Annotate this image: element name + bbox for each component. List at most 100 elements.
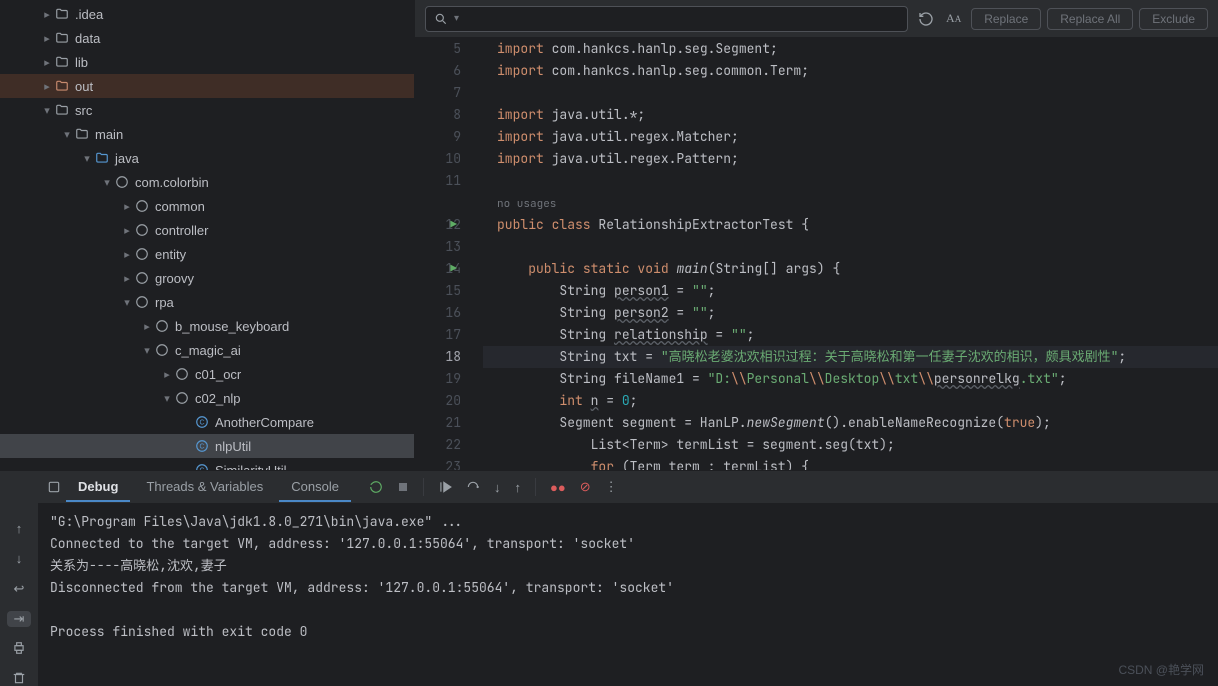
tree-item[interactable]: ▾c_magic_ai — [0, 338, 414, 362]
usages-hint: no usages — [497, 197, 556, 211]
tree-item[interactable]: ▾c02_nlp — [0, 386, 414, 410]
tree-item[interactable]: ▸ entity — [0, 242, 414, 266]
folder-icon — [74, 126, 90, 142]
code-editor[interactable]: 56789101112▶1314▶151617181920212223 impo… — [415, 38, 1218, 470]
tree-item[interactable]: ▸groovy — [0, 266, 414, 290]
tree-item[interactable]: ▸b_mouse_keyboard — [0, 314, 414, 338]
tree-item[interactable]: ▾ rpa — [0, 290, 414, 314]
chevron-icon[interactable]: ▸ — [40, 56, 54, 69]
tree-item-label: com.colorbin — [135, 175, 209, 190]
package-icon — [134, 270, 150, 286]
package-icon — [174, 390, 190, 406]
tree-item-label: AnotherCompare — [215, 415, 314, 430]
tree-item[interactable]: CSimilarityUtil — [0, 458, 414, 470]
trash-icon[interactable] — [7, 670, 31, 686]
mute-breakpoints-icon[interactable]: ⊘ — [580, 479, 591, 495]
tree-item[interactable]: ▸ .idea — [0, 2, 414, 26]
search-icon — [434, 12, 448, 26]
tree-item[interactable]: CnlpUtil — [0, 434, 414, 458]
chevron-icon[interactable]: ▾ — [80, 152, 94, 165]
project-tree[interactable]: ▸.idea▸data▸lib▸out▾src▾main▾java▾com.co… — [0, 0, 415, 470]
tree-item[interactable]: ▸ controller — [0, 218, 414, 242]
class-icon: C — [194, 438, 210, 454]
tab-console[interactable]: Console — [279, 473, 351, 502]
tree-item-label: src — [75, 103, 92, 118]
folder-blue-icon — [94, 150, 110, 166]
folder-icon — [54, 102, 70, 118]
chevron-icon[interactable]: ▾ — [40, 104, 54, 117]
console-output[interactable]: "G:\Program Files\Java\jdk1.8.0_271\bin\… — [38, 503, 1218, 686]
package-icon — [114, 174, 130, 190]
debug-side-toolbar: ↑ ↓ ↩ ⇥ — [0, 471, 38, 686]
debug-panel: ↑ ↓ ↩ ⇥ Debug Threads & Variables Consol… — [0, 470, 1218, 686]
package-icon — [134, 222, 150, 238]
run-gutter-icon[interactable]: ▶ — [450, 214, 457, 236]
replace-button[interactable]: Replace — [971, 8, 1041, 30]
chevron-icon[interactable]: ▸ — [40, 32, 54, 45]
chevron-icon[interactable]: ▸ — [140, 320, 154, 333]
chevron-icon[interactable]: ▸ — [120, 224, 134, 237]
print-icon[interactable] — [7, 641, 31, 657]
up-arrow-icon[interactable]: ↑ — [7, 521, 31, 537]
find-input[interactable]: ▾ — [425, 6, 908, 32]
tab-debug[interactable]: Debug — [66, 473, 130, 502]
tab-threads[interactable]: Threads & Variables — [134, 473, 275, 502]
tree-item[interactable]: ▸ common — [0, 194, 414, 218]
tree-item-label: entity — [155, 247, 186, 262]
step-out-icon[interactable]: ↑ — [514, 480, 521, 495]
wrap-icon[interactable]: ↩ — [7, 581, 31, 597]
chevron-down-icon[interactable]: ▾ — [454, 13, 459, 24]
cycle-icon[interactable] — [918, 11, 934, 27]
editor-pane: ▾ AA Replace Replace All Exclude 5678910… — [415, 0, 1218, 470]
package-icon — [174, 366, 190, 382]
tree-item[interactable]: ▸data — [0, 26, 414, 50]
tree-item-label: SimilarityUtil — [215, 463, 287, 471]
tree-item-label: controller — [155, 223, 208, 238]
replace-all-button[interactable]: Replace All — [1047, 8, 1133, 30]
chevron-icon[interactable]: ▸ — [120, 272, 134, 285]
chevron-icon[interactable]: ▸ — [160, 368, 174, 381]
tree-item-label: main — [95, 127, 123, 142]
code-area[interactable]: import com.hankcs.hanlp.seg.Segment;impo… — [483, 38, 1218, 470]
chevron-icon[interactable]: ▾ — [120, 296, 134, 309]
tree-item[interactable]: C AnotherCompare — [0, 410, 414, 434]
chevron-icon[interactable]: ▾ — [60, 128, 74, 141]
more-icon[interactable]: ⋮ — [605, 479, 618, 495]
breakpoints-icon[interactable]: ●● — [550, 480, 566, 495]
chevron-icon[interactable]: ▾ — [100, 176, 114, 189]
exclude-button[interactable]: Exclude — [1139, 8, 1208, 30]
tree-item[interactable]: ▾java — [0, 146, 414, 170]
stop-icon[interactable] — [397, 481, 409, 493]
folder-icon — [54, 54, 70, 70]
tree-item-label: lib — [75, 55, 88, 70]
tree-item[interactable]: ▾ src — [0, 98, 414, 122]
step-over-icon[interactable] — [466, 480, 480, 494]
tree-item-label: .idea — [75, 7, 103, 22]
scroll-end-icon[interactable]: ⇥ — [7, 611, 31, 627]
svg-text:C: C — [199, 419, 204, 426]
chevron-icon[interactable]: ▸ — [120, 200, 134, 213]
package-icon — [134, 294, 150, 310]
package-icon — [134, 246, 150, 262]
resume-icon[interactable] — [438, 480, 452, 494]
tree-item-label: common — [155, 199, 205, 214]
tree-item[interactable]: ▸c01_ocr — [0, 362, 414, 386]
debug-icon[interactable] — [46, 479, 62, 495]
chevron-icon[interactable]: ▸ — [120, 248, 134, 261]
chevron-icon[interactable]: ▸ — [40, 8, 54, 21]
tree-item[interactable]: ▸ out — [0, 74, 414, 98]
run-gutter-icon[interactable]: ▶ — [450, 258, 457, 280]
step-into-icon[interactable]: ↓ — [494, 480, 501, 495]
tree-item[interactable]: ▾ main — [0, 122, 414, 146]
chevron-icon[interactable]: ▾ — [160, 392, 174, 405]
package-icon — [134, 198, 150, 214]
chevron-icon[interactable]: ▾ — [140, 344, 154, 357]
tree-item-label: rpa — [155, 295, 174, 310]
rerun-icon[interactable] — [369, 480, 383, 494]
chevron-icon[interactable]: ▸ — [40, 80, 54, 93]
tree-item[interactable]: ▸ lib — [0, 50, 414, 74]
tree-item-label: out — [75, 79, 93, 94]
case-icon[interactable]: AA — [946, 11, 961, 26]
tree-item[interactable]: ▾ com.colorbin — [0, 170, 414, 194]
down-arrow-icon[interactable]: ↓ — [7, 551, 31, 567]
